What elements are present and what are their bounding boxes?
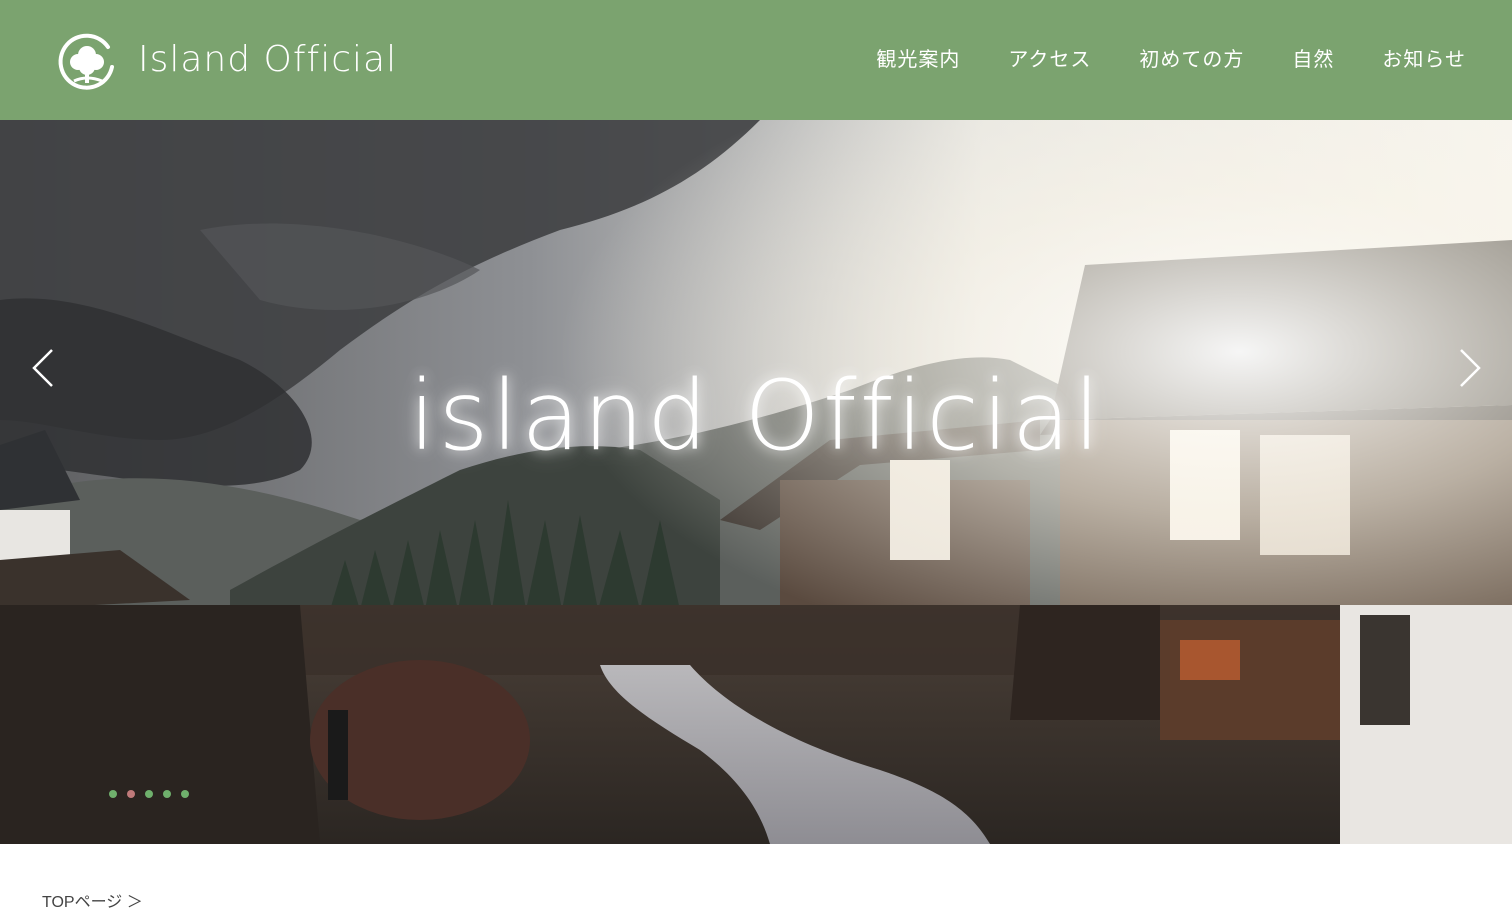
nav-item-access[interactable]: アクセス bbox=[1008, 43, 1091, 75]
tree-leaf-logo-icon bbox=[58, 33, 114, 90]
nav-item-first-time[interactable]: 初めての方 bbox=[1139, 43, 1244, 75]
site-logo[interactable]: Island Official bbox=[56, 29, 397, 91]
site-title: Island Official bbox=[138, 39, 398, 80]
nav-item-nature[interactable]: 自然 bbox=[1292, 43, 1334, 75]
site-header: Island Official 観光案内 アクセス 初めての方 自然 お知らせ bbox=[0, 0, 1512, 120]
hero-background-image bbox=[0, 120, 1512, 844]
chevron-right-icon[interactable] bbox=[1455, 346, 1485, 390]
nav-item-news[interactable]: お知らせ bbox=[1382, 43, 1466, 75]
hero-title: island Official bbox=[408, 360, 1104, 472]
slider-pagination bbox=[109, 790, 189, 798]
slider-dot-1[interactable] bbox=[109, 790, 117, 798]
slider-dot-3[interactable] bbox=[145, 790, 153, 798]
chevron-left-icon[interactable] bbox=[28, 346, 58, 390]
hero-slider: island Official bbox=[0, 120, 1512, 844]
main-nav: 観光案内 アクセス 初めての方 自然 お知らせ bbox=[876, 43, 1466, 75]
breadcrumb-top-link[interactable]: TOPページ ＞ bbox=[42, 894, 143, 911]
slider-dot-5[interactable] bbox=[181, 790, 189, 798]
slider-dot-2[interactable] bbox=[127, 790, 135, 798]
breadcrumb: TOPページ ＞ bbox=[42, 893, 143, 913]
slider-dot-4[interactable] bbox=[163, 790, 171, 798]
nav-item-sightseeing[interactable]: 観光案内 bbox=[876, 43, 960, 75]
